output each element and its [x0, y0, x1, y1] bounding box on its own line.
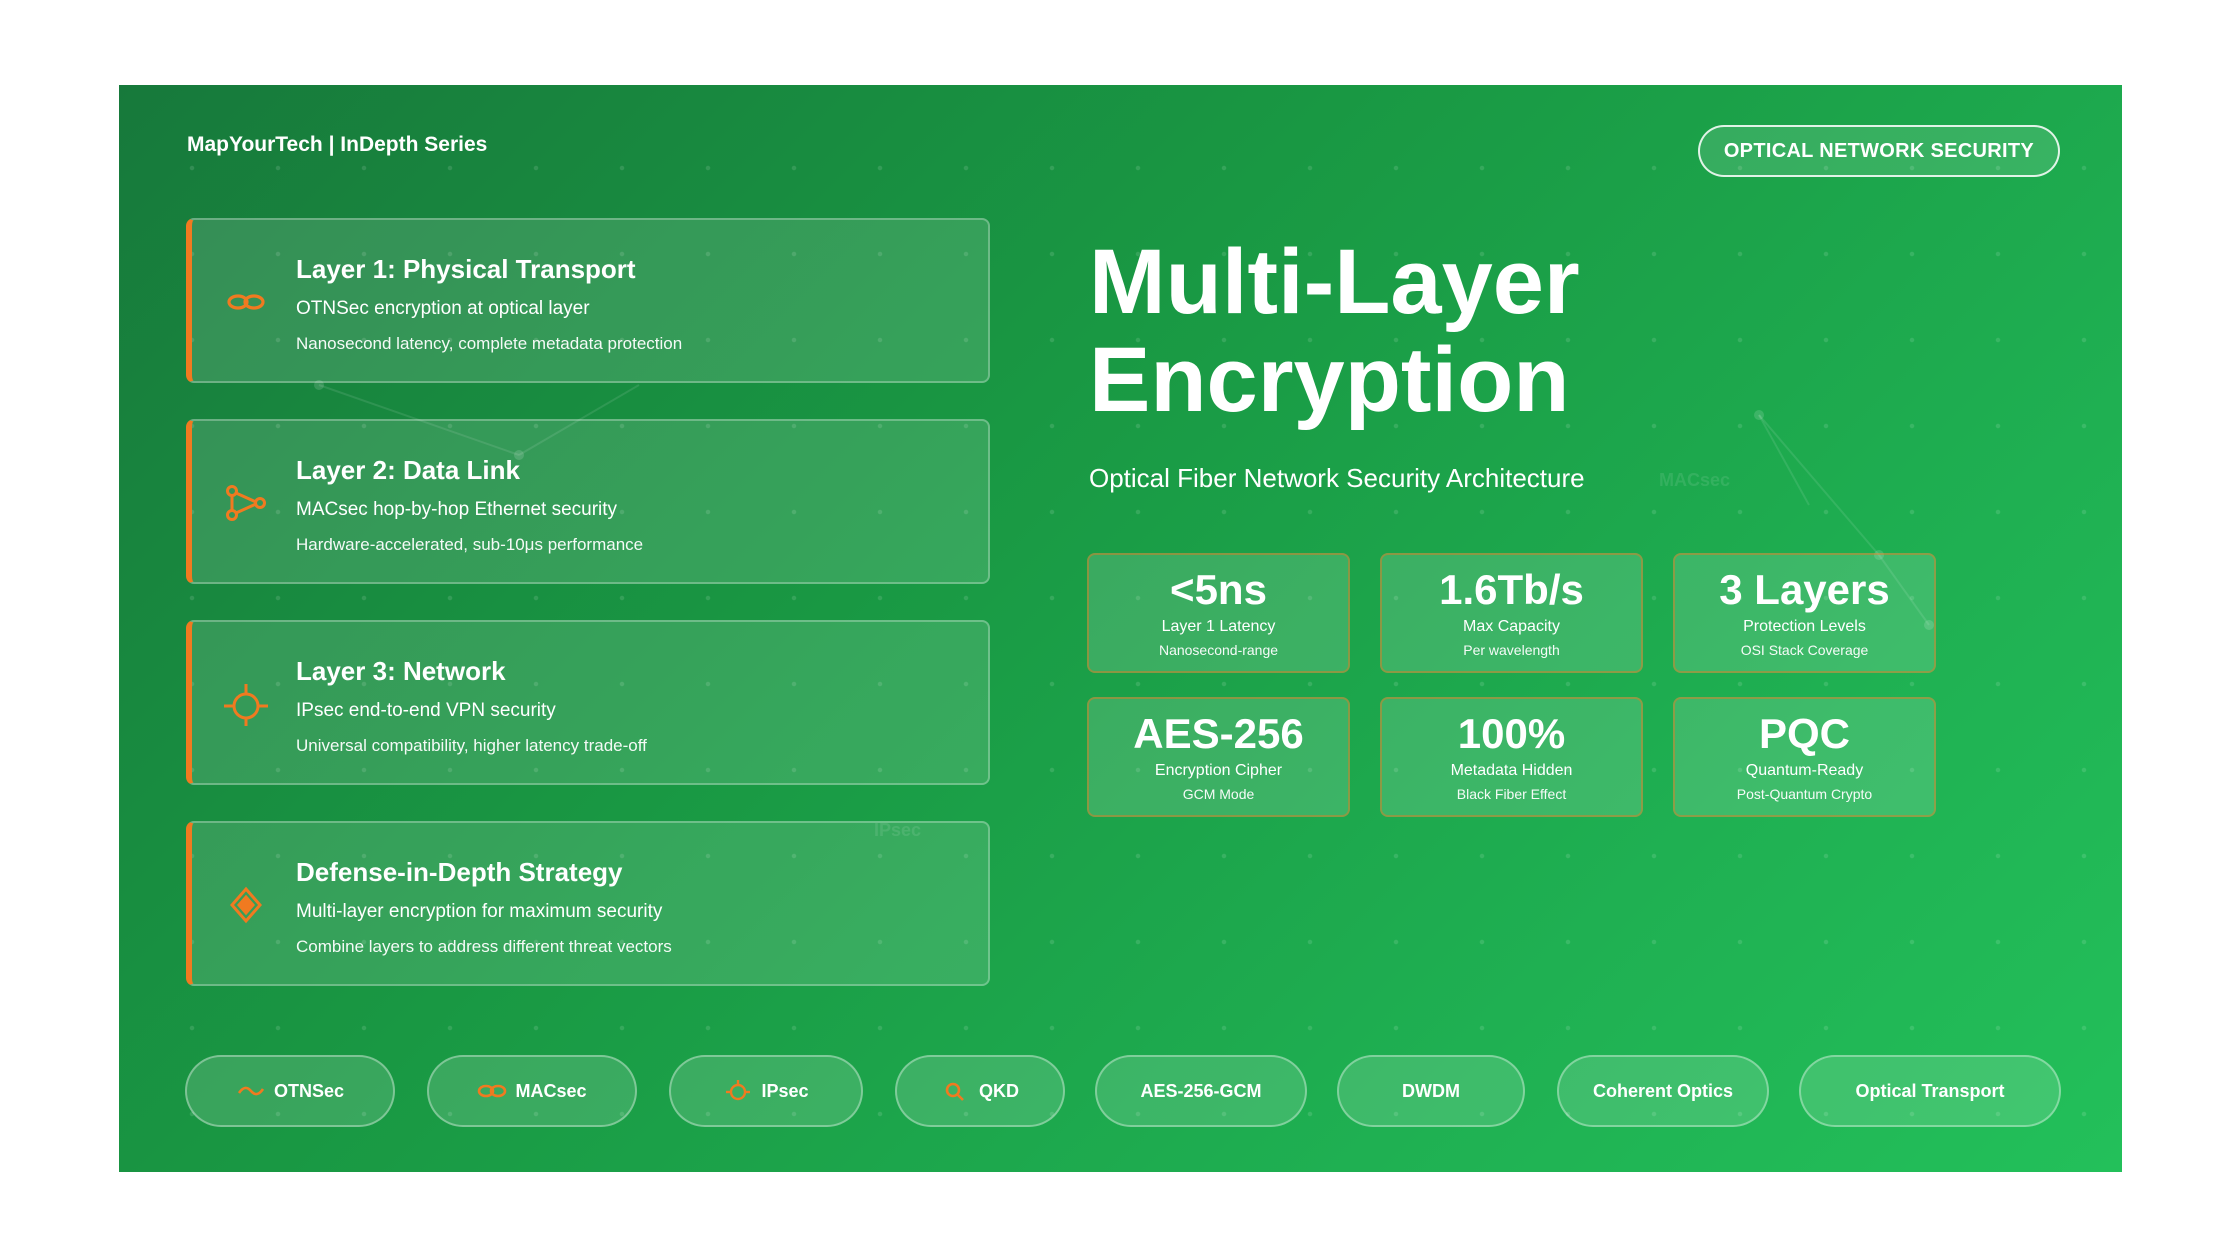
tag-pill-label: OTNSec: [273, 1080, 345, 1101]
stat-card-latency: <5ns Layer 1 Latency Nanosecond-range: [1087, 553, 1350, 673]
tag-pill-label: Optical Transport: [1855, 1080, 2005, 1101]
layer-card-data-link[interactable]: Layer 2: Data Link MACsec hop-by-hop Eth…: [186, 419, 990, 584]
target-icon: [726, 1080, 751, 1101]
tag-pill-ipsec[interactable]: IPsec: [669, 1055, 863, 1127]
key-icon: [945, 1082, 964, 1101]
stat-value: 3 Layers: [1719, 566, 1890, 613]
brand-label: MapYourTech | InDepth Series: [187, 133, 488, 156]
hero-title: Multi-Layer Encryption: [1089, 233, 1789, 429]
slide-background: MACsec IPsec MapYourTech | InDepth Serie…: [119, 85, 2122, 1172]
stat-sublabel: OSI Stack Coverage: [1740, 642, 1869, 658]
stat-sublabel: Black Fiber Effect: [1456, 786, 1567, 802]
tag-pill-label: IPsec: [761, 1080, 809, 1101]
diamond-shield-icon: [230, 886, 262, 924]
stat-value: 100%: [1457, 710, 1566, 757]
stat-label: Metadata Hidden: [1450, 762, 1573, 779]
share-nodes-icon: [226, 485, 266, 521]
layer-card-defense-in-depth[interactable]: Defense-in-Depth Strategy Multi-layer en…: [186, 821, 990, 986]
link-icon: [478, 1084, 507, 1098]
tag-pill-coherent-optics[interactable]: Coherent Optics: [1557, 1055, 1769, 1127]
tag-pill-label: AES-256-GCM: [1140, 1080, 1262, 1101]
layer-description: OTNSec encryption at optical layer: [296, 298, 590, 319]
ghost-label-macsec: MACsec: [1659, 470, 1731, 490]
hero-title-line-2: Encryption: [1089, 329, 1570, 431]
layer-detail: Nanosecond latency, complete metadata pr…: [296, 334, 683, 353]
stat-label: Encryption Cipher: [1154, 762, 1283, 779]
layer-title: Layer 3: Network: [296, 656, 506, 686]
hero-subtitle: Optical Fiber Network Security Architect…: [1089, 463, 1585, 493]
stat-value: 1.6Tb/s: [1439, 566, 1584, 613]
layer-title: Layer 2: Data Link: [296, 455, 520, 485]
stat-label: Max Capacity: [1463, 618, 1560, 635]
tag-pill-aes-256-gcm[interactable]: AES-256-GCM: [1095, 1055, 1307, 1127]
stat-sublabel: Per wavelength: [1463, 642, 1560, 658]
stat-label: Protection Levels: [1743, 618, 1866, 635]
layer-detail: Hardware-accelerated, sub-10μs performan…: [296, 535, 644, 554]
layer-description: Multi-layer encryption for maximum secur…: [296, 901, 663, 922]
stat-card-capacity: 1.6Tb/s Max Capacity Per wavelength: [1380, 553, 1643, 673]
stat-label: Quantum-Ready: [1745, 762, 1864, 779]
stat-sublabel: GCM Mode: [1182, 786, 1255, 802]
stat-sublabel: Post-Quantum Crypto: [1736, 786, 1873, 802]
crosshair-icon: [224, 684, 268, 726]
stat-label: Layer 1 Latency: [1161, 618, 1276, 635]
layer-detail: Combine layers to address different thre…: [296, 937, 672, 956]
stat-card-quantum: PQC Quantum-Ready Post-Quantum Crypto: [1673, 697, 1936, 817]
tag-pill-optical-transport[interactable]: Optical Transport: [1799, 1055, 2061, 1127]
stat-value: <5ns: [1170, 566, 1267, 613]
layer-detail: Universal compatibility, higher latency …: [296, 736, 647, 755]
tag-pill-label: QKD: [979, 1080, 1019, 1101]
layer-title: Layer 1: Physical Transport: [296, 254, 636, 284]
wave-icon: [237, 1086, 265, 1096]
category-badge: OPTICAL NETWORK SECURITY: [1697, 125, 2060, 177]
stat-card-metadata: 100% Metadata Hidden Black Fiber Effect: [1380, 697, 1643, 817]
tag-pill-qkd[interactable]: QKD: [895, 1055, 1065, 1127]
tag-pill-macsec[interactable]: MACsec: [427, 1055, 637, 1127]
stat-card-cipher: AES-256 Encryption Cipher GCM Mode: [1087, 697, 1350, 817]
layer-card-network[interactable]: Layer 3: Network IPsec end-to-end VPN se…: [186, 620, 990, 785]
tag-pill-label: Coherent Optics: [1592, 1080, 1734, 1101]
stat-sublabel: Nanosecond-range: [1158, 642, 1279, 658]
tag-pill-label: MACsec: [515, 1080, 587, 1101]
stat-value: AES-256: [1133, 710, 1304, 757]
tag-pill-dwdm[interactable]: DWDM: [1337, 1055, 1525, 1127]
infinity-link-icon: [227, 294, 265, 310]
tag-pill-otnsec[interactable]: OTNSec: [185, 1055, 395, 1127]
layer-description: MACsec hop-by-hop Ethernet security: [296, 499, 618, 520]
layer-card-physical[interactable]: Layer 1: Physical Transport OTNSec encry…: [186, 218, 990, 383]
layer-description: IPsec end-to-end VPN security: [296, 700, 556, 721]
stats-grid: <5ns Layer 1 Latency Nanosecond-range 1.…: [1087, 553, 1937, 817]
layer-title: Defense-in-Depth Strategy: [296, 857, 623, 887]
layer-list: Layer 1: Physical Transport OTNSec encry…: [186, 218, 990, 1022]
tag-pill-label: DWDM: [1402, 1080, 1460, 1101]
stat-card-layers: 3 Layers Protection Levels OSI Stack Cov…: [1673, 553, 1936, 673]
stat-value: PQC: [1758, 710, 1850, 757]
hero-title-line-1: Multi-Layer: [1089, 231, 1580, 333]
